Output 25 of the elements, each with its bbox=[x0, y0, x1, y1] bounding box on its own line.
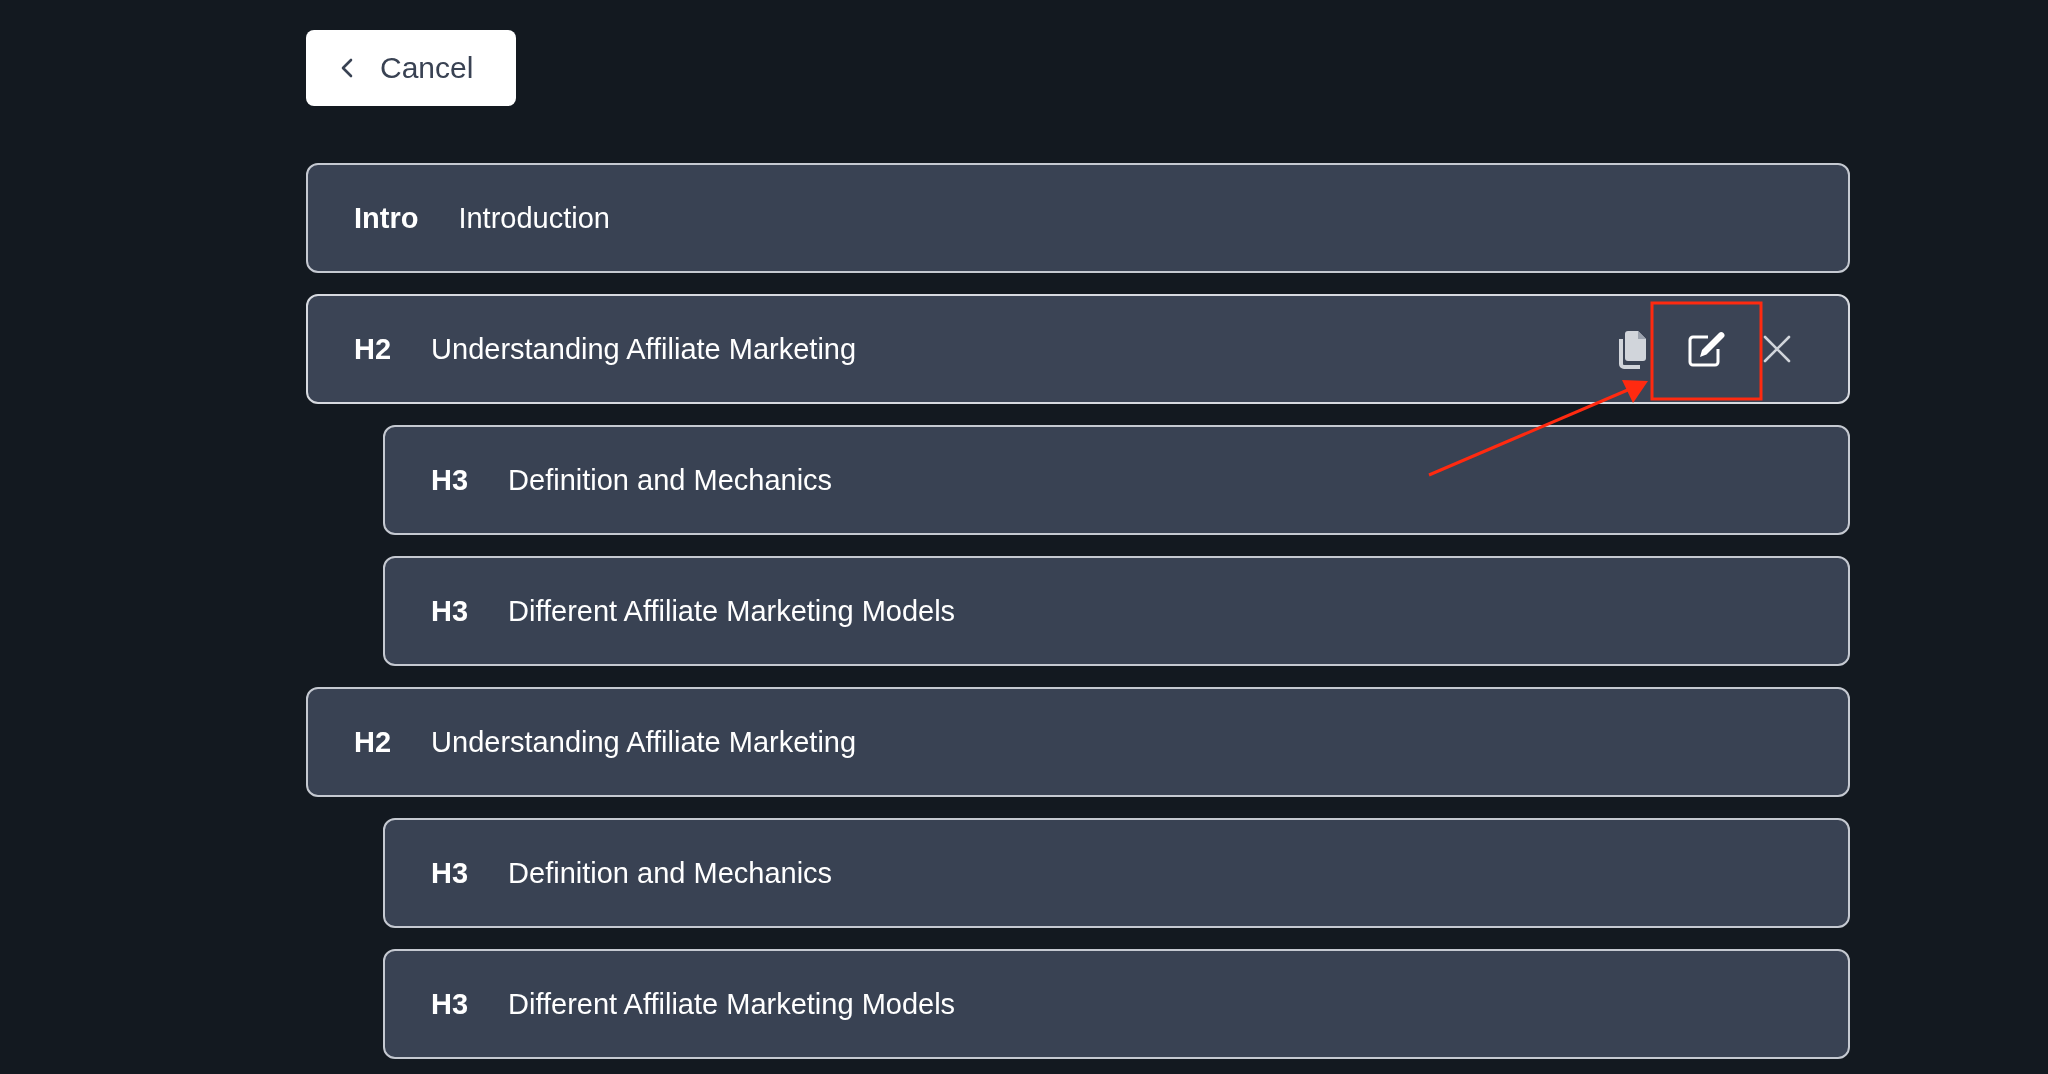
heading-tag: H2 bbox=[354, 332, 392, 366]
heading-title: Understanding Affiliate Marketing bbox=[431, 725, 857, 759]
outline-item[interactable]: H3 Definition and Mechanics bbox=[383, 425, 1850, 535]
outline-item[interactable]: Intro Introduction bbox=[306, 163, 1850, 273]
outline-item[interactable]: H3 Different Affiliate Marketing Models bbox=[383, 949, 1850, 1059]
heading-tag: Intro bbox=[354, 201, 419, 235]
heading-tag: H3 bbox=[431, 856, 469, 890]
heading-tag: H3 bbox=[431, 463, 469, 497]
outline-item[interactable]: H3 Definition and Mechanics bbox=[383, 818, 1850, 928]
heading-tag: H3 bbox=[431, 987, 469, 1021]
close-button[interactable] bbox=[1762, 334, 1792, 364]
edit-button[interactable] bbox=[1686, 329, 1728, 369]
outline-item[interactable]: H3 Different Affiliate Marketing Models bbox=[383, 556, 1850, 666]
cancel-button[interactable]: Cancel bbox=[306, 30, 516, 106]
heading-title: Definition and Mechanics bbox=[508, 856, 833, 890]
heading-title: Understanding Affiliate Marketing bbox=[431, 332, 857, 366]
chevron-left-icon bbox=[340, 57, 354, 79]
heading-title: Different Affiliate Marketing Models bbox=[508, 987, 956, 1021]
heading-title: Definition and Mechanics bbox=[508, 463, 833, 497]
outline-item[interactable]: H2 Understanding Affiliate Marketing bbox=[306, 294, 1850, 404]
outline-item[interactable]: H2 Understanding Affiliate Marketing bbox=[306, 687, 1850, 797]
heading-title: Different Affiliate Marketing Models bbox=[508, 594, 956, 628]
heading-tag: H2 bbox=[354, 725, 392, 759]
heading-title: Introduction bbox=[458, 201, 610, 235]
heading-tag: H3 bbox=[431, 594, 469, 628]
